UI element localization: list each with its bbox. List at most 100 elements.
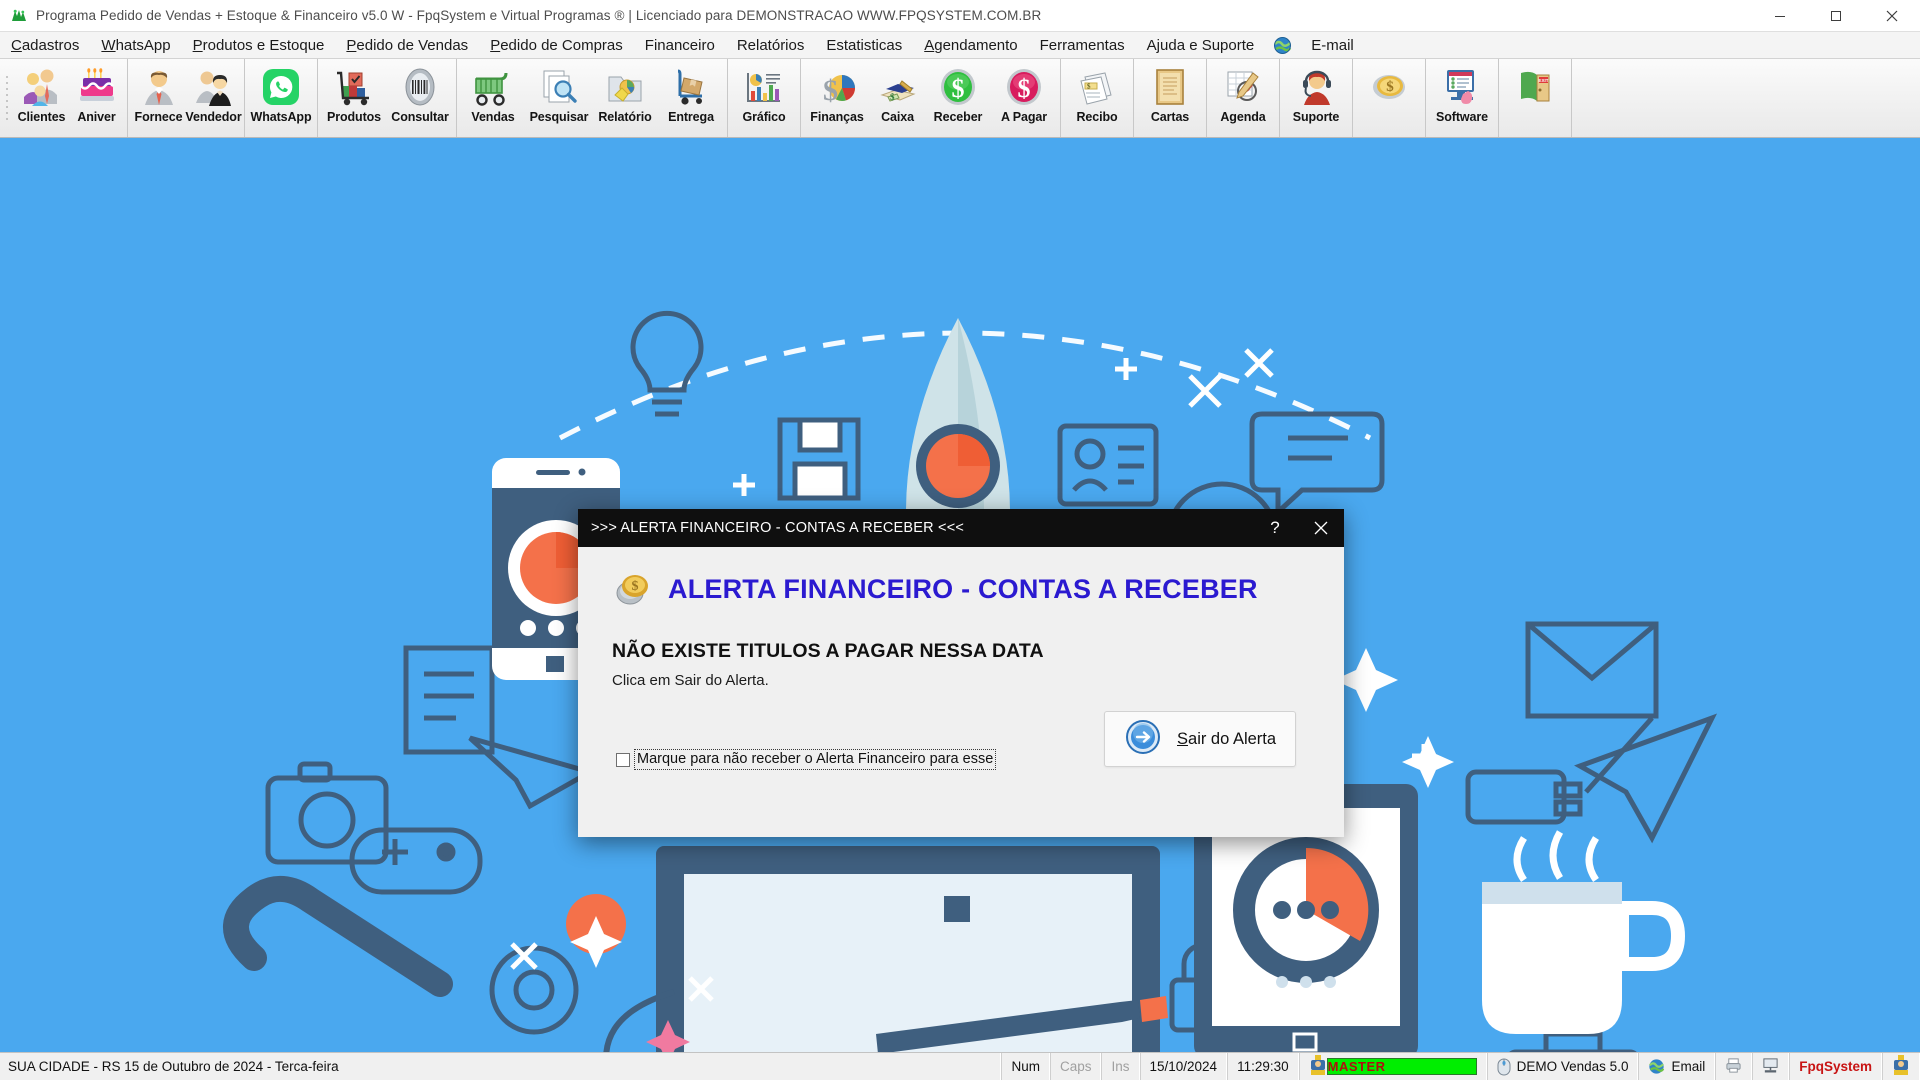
toolbar-button-relatorio[interactable]: Relatório bbox=[592, 59, 658, 137]
menu-financeiro[interactable]: Financeiro bbox=[634, 32, 726, 59]
menu-whatsapp[interactable]: WhatsApp bbox=[90, 32, 181, 59]
exit-accel-letter: S bbox=[1177, 729, 1189, 748]
exit-alert-button-label: Sair do Alerta bbox=[1177, 730, 1276, 749]
toolbar-button-produtos[interactable]: Produtos bbox=[321, 59, 387, 137]
arrow-right-circle-icon bbox=[1125, 719, 1161, 760]
menu-produtos-estoque[interactable]: Produtos e Estoque bbox=[182, 32, 336, 59]
toolbar-button-whatsapp[interactable]: WhatsApp bbox=[248, 59, 314, 137]
application-window: Programa Pedido de Vendas + Estoque & Fi… bbox=[0, 0, 1920, 1080]
status-printer-cell[interactable] bbox=[1715, 1053, 1753, 1080]
toolbar-group-produtos: Produtos Consultar bbox=[318, 59, 457, 137]
toolbar-button-cartas[interactable]: Cartas bbox=[1137, 59, 1203, 137]
menu-pedido-compras[interactable]: Pedido de Compras bbox=[479, 32, 634, 59]
toolbar-button-financas[interactable]: $ Finanças bbox=[804, 59, 870, 137]
toolbar-button-receber[interactable]: $ Receber bbox=[925, 59, 991, 137]
toolbar-button-vendedor[interactable]: Vendedor bbox=[185, 59, 242, 137]
status-email-cell[interactable]: Email bbox=[1638, 1053, 1716, 1080]
toolbar-grip[interactable] bbox=[2, 59, 11, 137]
toolbar-button-software[interactable]: Software bbox=[1429, 59, 1495, 137]
menu-email[interactable]: E-mail bbox=[1300, 32, 1365, 59]
software-monitor-icon bbox=[1442, 65, 1482, 109]
toolbar-button-recibo[interactable]: $ Recibo bbox=[1064, 59, 1130, 137]
scroll-letter-icon bbox=[1153, 65, 1187, 109]
menu-pedido-vendas[interactable]: Pedido de Vendas bbox=[335, 32, 479, 59]
status-email-label: Email bbox=[1671, 1059, 1706, 1074]
menu-ferramentas[interactable]: Ferramentas bbox=[1029, 32, 1136, 59]
menu-ajuda-suporte[interactable]: Ajuda e Suporte bbox=[1136, 32, 1266, 59]
toolbar-label: Caixa bbox=[881, 110, 914, 124]
desktop-workspace: >>> ALERTA FINANCEIRO - CONTAS A RECEBER… bbox=[0, 138, 1920, 1052]
toolbar-button-entrega[interactable]: Entrega bbox=[658, 59, 724, 137]
help-icon[interactable]: ? bbox=[1252, 509, 1298, 547]
toolbar: Clientes Aniver Fornece Vendedor WhatsAp… bbox=[0, 59, 1920, 138]
coin-icon: $ bbox=[1369, 65, 1409, 109]
payable-red-dollar-icon: $ bbox=[1004, 65, 1044, 109]
menu-agendamento[interactable]: Agendamento bbox=[913, 32, 1028, 59]
toolbar-label: Entrega bbox=[668, 110, 714, 124]
toolbar-button-caixa[interactable]: $ Caixa bbox=[870, 59, 925, 137]
toolbar-button-consultar[interactable]: Consultar bbox=[387, 59, 453, 137]
toolbar-label: Receber bbox=[933, 110, 983, 124]
toolbar-group-cartas: Cartas bbox=[1134, 59, 1207, 137]
birthday-cake-icon bbox=[77, 65, 117, 109]
do-not-show-checkbox-row[interactable]: Marque para não receber o Alerta Finance… bbox=[616, 749, 997, 770]
svg-text:$: $ bbox=[1386, 79, 1394, 95]
toolbar-group-recibo: $ Recibo bbox=[1061, 59, 1134, 137]
toolbar-button-vendas[interactable]: Vendas bbox=[460, 59, 526, 137]
menu-estatisticas[interactable]: Estatisticas bbox=[815, 32, 913, 59]
finance-pie-dollar-icon: $ bbox=[816, 65, 858, 109]
status-server-cell[interactable] bbox=[1752, 1053, 1790, 1080]
maximize-button[interactable] bbox=[1808, 0, 1864, 32]
toolbar-label: Vendas bbox=[471, 110, 515, 124]
printer-icon bbox=[1725, 1057, 1742, 1077]
toolbar-label: Aniver bbox=[77, 110, 116, 124]
toolbar-button-fornece[interactable]: Fornece bbox=[131, 59, 186, 137]
toolbar-button-exit[interactable]: EXIT bbox=[1502, 59, 1568, 137]
dialog-title-text: >>> ALERTA FINANCEIRO - CONTAS A RECEBER… bbox=[591, 520, 965, 536]
toolbar-group-suporte: Suporte bbox=[1280, 59, 1353, 137]
toolbar-button-grafico[interactable]: Gráfico bbox=[731, 59, 797, 137]
receivable-green-dollar-icon: $ bbox=[938, 65, 978, 109]
mouse-icon bbox=[1497, 1058, 1511, 1076]
status-num: Num bbox=[1001, 1053, 1050, 1080]
toolbar-button-agenda[interactable]: Agenda bbox=[1210, 59, 1276, 137]
toolbar-label: Finanças bbox=[810, 110, 864, 124]
exit-alert-button[interactable]: Sair do Alerta bbox=[1104, 711, 1296, 767]
toolbar-label: Fornece bbox=[134, 110, 183, 124]
toolbar-group-financeiro: $ Finanças $ Caixa $ Receber $ A Pagar bbox=[801, 59, 1061, 137]
menu-cadastros[interactable]: Cadastros bbox=[0, 32, 90, 59]
toolbar-label: WhatsApp bbox=[250, 110, 312, 124]
close-button[interactable] bbox=[1864, 0, 1920, 32]
toolbar-button-clientes[interactable]: Clientes bbox=[14, 59, 69, 137]
status-demo-label: DEMO Vendas 5.0 bbox=[1516, 1059, 1629, 1074]
toolbar-label: Gráfico bbox=[742, 110, 786, 124]
do-not-show-checkbox[interactable] bbox=[616, 752, 630, 767]
exit-door-icon: EXIT bbox=[1515, 65, 1555, 109]
menu-relatorios[interactable]: Relatórios bbox=[726, 32, 816, 59]
globe-icon[interactable] bbox=[1265, 36, 1300, 55]
title-bar: Programa Pedido de Vendas + Estoque & Fi… bbox=[0, 0, 1920, 32]
dialog-message: NÃO EXISTE TITULOS A PAGAR NESSA DATA bbox=[612, 640, 1044, 662]
window-title: Programa Pedido de Vendas + Estoque & Fi… bbox=[36, 8, 1042, 23]
dialog-close-icon[interactable] bbox=[1298, 509, 1344, 547]
toolbar-label: Pesquisar bbox=[529, 110, 589, 124]
dialog-body: $ ALERTA FINANCEIRO - CONTAS A RECEBER N… bbox=[578, 547, 1344, 837]
toolbar-button-a-pagar[interactable]: $ A Pagar bbox=[991, 59, 1057, 137]
toolbar-button-pesquisar[interactable]: Pesquisar bbox=[526, 59, 592, 137]
toolbar-button-coin[interactable]: $ bbox=[1356, 59, 1422, 137]
gold-coin-icon: $ bbox=[612, 569, 652, 609]
status-bar: SUA CIDADE - RS 15 de Outubro de 2024 - … bbox=[0, 1052, 1920, 1080]
toolbar-button-suporte[interactable]: Suporte bbox=[1283, 59, 1349, 137]
support-headset-icon bbox=[1296, 65, 1336, 109]
toolbar-label: Clientes bbox=[17, 110, 66, 124]
svg-text:$: $ bbox=[952, 74, 965, 103]
minimize-button[interactable] bbox=[1752, 0, 1808, 32]
dialog-title-bar: >>> ALERTA FINANCEIRO - CONTAS A RECEBER… bbox=[578, 509, 1344, 547]
whatsapp-icon bbox=[261, 65, 301, 109]
status-user-cell: MASTER bbox=[1298, 1053, 1487, 1080]
app-logo-icon bbox=[6, 7, 32, 25]
toolbar-button-aniver[interactable]: Aniver bbox=[69, 59, 124, 137]
toolbar-group-sair: EXIT bbox=[1499, 59, 1572, 137]
report-folder-icon bbox=[605, 65, 645, 109]
do-not-show-checkbox-label[interactable]: Marque para não receber o Alerta Finance… bbox=[634, 749, 997, 770]
